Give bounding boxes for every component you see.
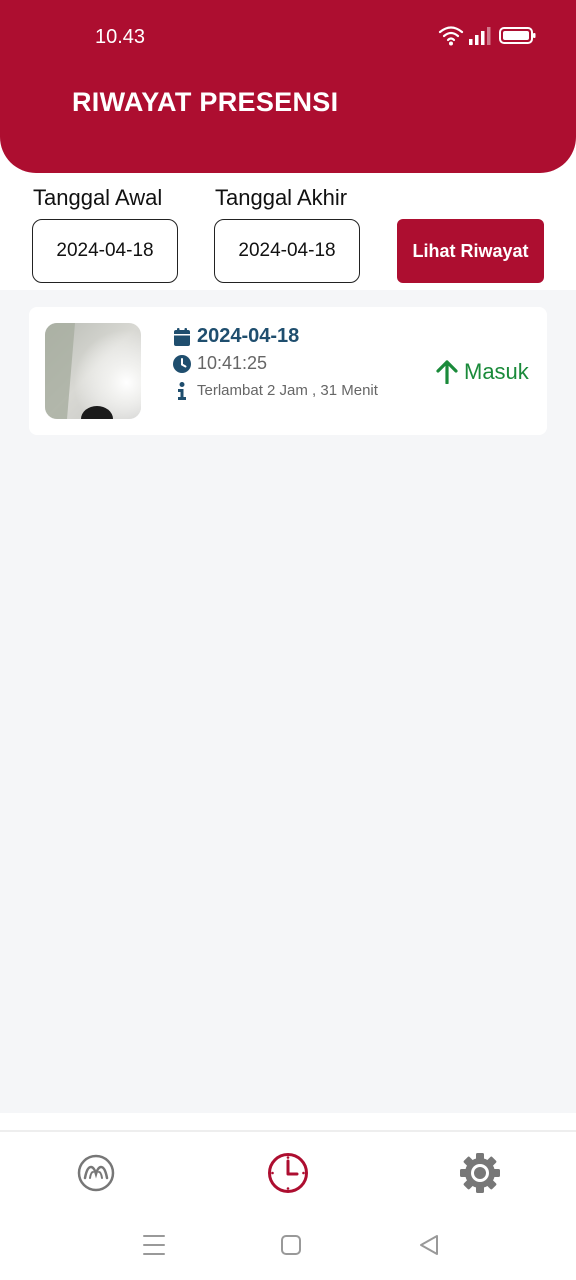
status-icons (438, 26, 536, 46)
calendar-icon (173, 327, 191, 346)
record-info: 2024-04-18 10:41:25 Terlambat 2 Jam , 31… (173, 323, 378, 404)
nav-history[interactable] (267, 1152, 309, 1194)
dashboard-icon (77, 1154, 115, 1192)
record-note: Terlambat 2 Jam , 31 Menit (197, 382, 378, 399)
end-date-label: Tanggal Akhir (215, 185, 348, 210)
clock-icon (268, 1153, 308, 1193)
status-time: 10.43 (95, 26, 146, 48)
wifi-icon (438, 26, 464, 42)
start-date-field[interactable]: 2024-04-18 (32, 219, 178, 283)
date-filter: Tanggal Awal Tanggal Akhir 2024-04-18 20… (0, 180, 576, 290)
app-header: 10.43 RIWAYAT PRESENSI (0, 0, 576, 173)
nav-settings[interactable] (459, 1152, 501, 1194)
start-date-value: 2024-04-18 (56, 240, 154, 261)
gear-icon (460, 1153, 500, 1193)
record-date-row: 2024-04-18 (173, 323, 378, 350)
record-date: 2024-04-18 (197, 325, 300, 347)
page-title: RIWAYAT PRESENSI (72, 87, 339, 117)
start-date-label: Tanggal Awal (33, 185, 163, 210)
end-date-field[interactable]: 2024-04-18 (214, 219, 360, 283)
view-history-button[interactable]: Lihat Riwayat (397, 219, 544, 283)
home-icon[interactable] (278, 1232, 304, 1258)
record-time: 10:41:25 (197, 353, 268, 373)
status-badge: Masuk (436, 359, 529, 385)
end-date-value: 2024-04-18 (238, 240, 336, 261)
battery-icon (499, 27, 536, 44)
attendance-photo[interactable] (45, 323, 141, 419)
bottom-nav (0, 1130, 576, 1210)
arrow-up-icon (436, 360, 458, 384)
record-time-row: 10:41:25 (173, 350, 378, 377)
info-icon (173, 381, 191, 400)
nav-dashboard[interactable] (75, 1152, 117, 1194)
system-nav-bar (0, 1210, 576, 1280)
record-note-row: Terlambat 2 Jam , 31 Menit (173, 377, 378, 404)
list-item[interactable]: 2024-04-18 10:41:25 Terlambat 2 Jam , 31… (29, 307, 547, 435)
back-icon[interactable] (416, 1232, 442, 1258)
history-list[interactable]: 2024-04-18 10:41:25 Terlambat 2 Jam , 31… (0, 290, 576, 1113)
signal-icon (469, 27, 491, 45)
menu-icon[interactable] (141, 1232, 167, 1258)
status-label: Masuk (464, 359, 529, 384)
clock-icon (173, 354, 191, 373)
